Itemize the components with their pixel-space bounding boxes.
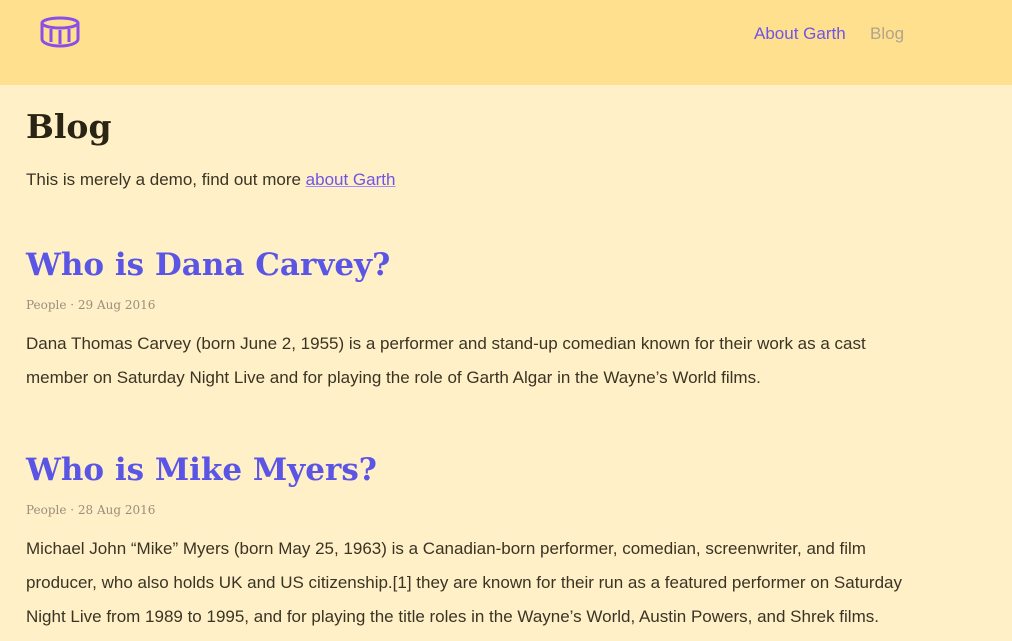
top-navigation-bar: About Garth Blog <box>0 0 1012 85</box>
post-excerpt: Michael John “Mike” Myers (born May 25, … <box>26 539 902 626</box>
intro-text: This is merely a demo, find out more abo… <box>26 168 395 192</box>
drum-logo-icon[interactable] <box>39 15 81 49</box>
drum-icon <box>40 16 80 48</box>
post-excerpt: Dana Thomas Carvey (born June 2, 1955) i… <box>26 334 866 387</box>
post-meta: People · 28 Aug 2016 <box>26 503 156 517</box>
post-meta: People · 29 Aug 2016 <box>26 298 156 312</box>
post-title-link[interactable]: Who is Mike Myers? <box>26 450 377 490</box>
post-title-link[interactable]: Who is Dana Carvey? <box>26 245 390 285</box>
nav-blog-link[interactable]: Blog <box>870 23 904 45</box>
intro-text-label: This is merely a demo, find out more <box>26 170 306 189</box>
page-title: Blog <box>26 107 112 146</box>
about-garth-link[interactable]: about Garth <box>306 170 396 189</box>
nav-about-garth-link[interactable]: About Garth <box>754 23 846 45</box>
